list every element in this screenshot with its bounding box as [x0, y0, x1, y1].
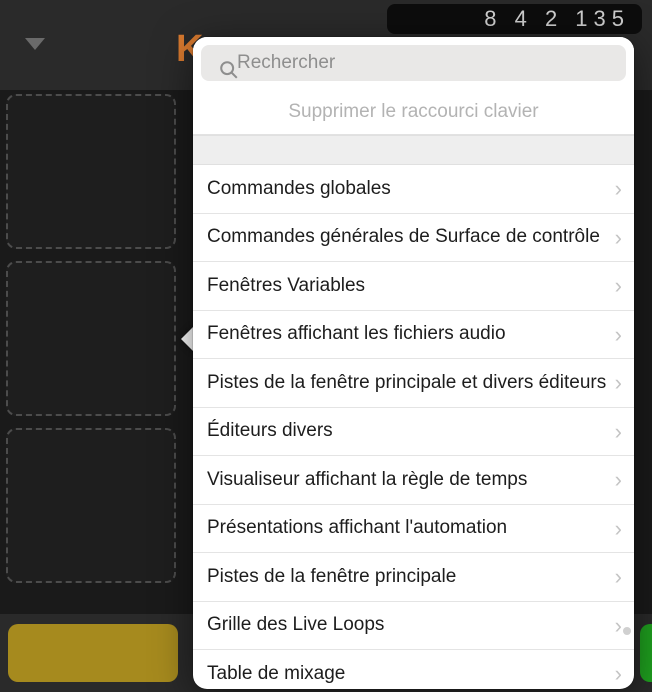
list-item-label: Pistes de la fenêtre principale: [207, 565, 615, 589]
chevron-right-icon: ›: [615, 515, 622, 543]
list-item[interactable]: Grille des Live Loops ›: [193, 602, 634, 651]
list-item-label: Fenêtres Variables: [207, 274, 615, 298]
chevron-right-icon: ›: [615, 612, 622, 640]
chevron-right-icon: ›: [615, 660, 622, 688]
chevron-right-icon: ›: [615, 369, 622, 397]
counter-value: 8 4 2 135: [484, 6, 630, 32]
empty-slot[interactable]: [6, 428, 176, 583]
dropdown-arrow-icon[interactable]: [25, 38, 45, 50]
list-item-label: Visualiseur affichant la règle de temps: [207, 468, 615, 492]
list-item-label: Fenêtres affichant les fichiers audio: [207, 322, 615, 346]
list-item[interactable]: Visualiseur affichant la règle de temps …: [193, 456, 634, 505]
chevron-right-icon: ›: [615, 272, 622, 300]
empty-slot[interactable]: [6, 261, 176, 416]
track-slots: [6, 94, 176, 583]
delete-shortcut-button[interactable]: Supprimer le raccourci clavier: [193, 89, 634, 135]
chevron-right-icon: ›: [615, 418, 622, 446]
list-item-label: Commandes globales: [207, 177, 615, 201]
chevron-right-icon: ›: [615, 563, 622, 591]
list-item[interactable]: Pistes de la fenêtre principale ›: [193, 553, 634, 602]
list-item[interactable]: Table de mixage ›: [193, 650, 634, 689]
search-input[interactable]: [201, 45, 626, 81]
list-item[interactable]: Éditeurs divers ›: [193, 408, 634, 457]
chevron-right-icon: ›: [615, 224, 622, 252]
list-item[interactable]: Présentations affichant l'automation ›: [193, 505, 634, 554]
position-counter[interactable]: 8 4 2 135: [387, 4, 642, 34]
section-divider: [193, 135, 634, 165]
list-item-label: Grille des Live Loops: [207, 613, 615, 637]
green-pad-button[interactable]: [640, 624, 652, 682]
list-item-label: Éditeurs divers: [207, 419, 615, 443]
list-item-label: Commandes générales de Surface de contrô…: [207, 225, 615, 249]
yellow-pad-button[interactable]: [8, 624, 178, 682]
list-item[interactable]: Commandes globales ›: [193, 165, 634, 214]
search-icon: [218, 59, 240, 81]
list-item-label: Pistes de la fenêtre principale et diver…: [207, 371, 615, 395]
chevron-right-icon: ›: [615, 321, 622, 349]
search-wrap: [193, 37, 634, 89]
list-item-label: Table de mixage: [207, 662, 615, 686]
list-item-label: Présentations affichant l'automation: [207, 516, 615, 540]
list-item[interactable]: Pistes de la fenêtre principale et diver…: [193, 359, 634, 408]
scrollbar-thumb[interactable]: [623, 627, 631, 635]
command-category-list: Commandes globales › Commandes générales…: [193, 165, 634, 689]
list-item[interactable]: Fenêtres Variables ›: [193, 262, 634, 311]
list-item[interactable]: Commandes générales de Surface de contrô…: [193, 214, 634, 263]
delete-shortcut-label: Supprimer le raccourci clavier: [288, 101, 538, 123]
empty-slot[interactable]: [6, 94, 176, 249]
chevron-right-icon: ›: [615, 466, 622, 494]
list-item[interactable]: Fenêtres affichant les fichiers audio ›: [193, 311, 634, 360]
key-commands-popover: Supprimer le raccourci clavier Commandes…: [193, 37, 634, 689]
chevron-right-icon: ›: [615, 175, 622, 203]
